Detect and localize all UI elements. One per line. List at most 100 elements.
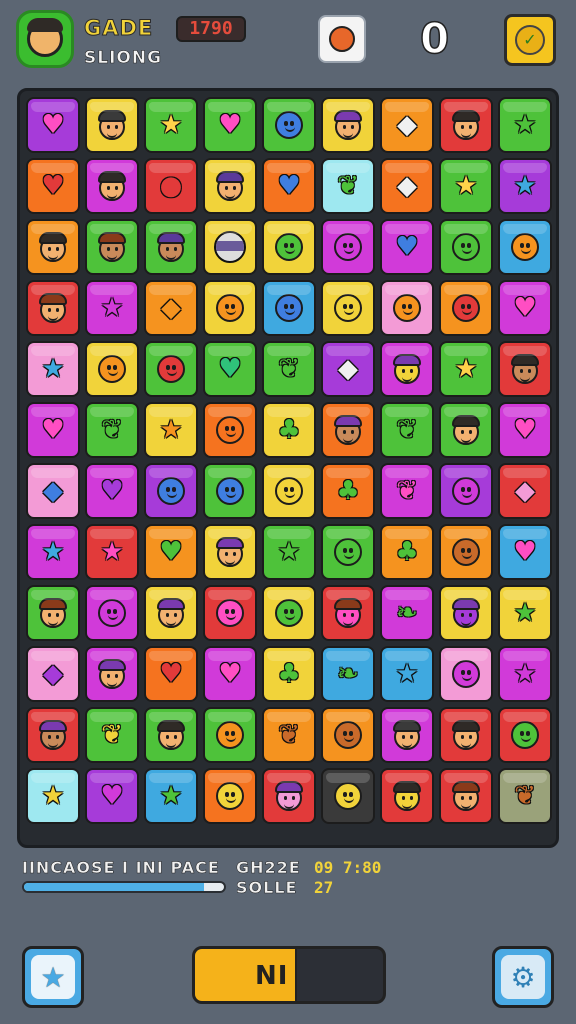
candy-tile[interactable]: ♥ — [26, 97, 80, 153]
candy-tile[interactable] — [321, 97, 375, 153]
candy-tile[interactable]: ♣ — [262, 402, 316, 458]
star-button[interactable]: ★ — [22, 946, 84, 1008]
candy-tile[interactable]: ★ — [498, 158, 552, 214]
candy-tile[interactable] — [144, 707, 198, 763]
candy-tile[interactable] — [439, 768, 493, 824]
candy-tile[interactable] — [321, 280, 375, 336]
candy-tile[interactable] — [203, 158, 257, 214]
candy-tile[interactable]: ♣ — [321, 463, 375, 519]
candy-tile[interactable] — [380, 280, 434, 336]
candy-tile[interactable] — [144, 463, 198, 519]
candy-tile[interactable] — [439, 707, 493, 763]
candy-tile[interactable] — [203, 280, 257, 336]
candy-tile[interactable] — [439, 280, 493, 336]
candy-tile[interactable] — [262, 219, 316, 275]
ball-button[interactable] — [318, 15, 366, 63]
candy-tile[interactable] — [262, 768, 316, 824]
candy-tile[interactable]: ♥ — [498, 524, 552, 580]
candy-tile[interactable] — [203, 219, 257, 275]
candy-tile[interactable]: ❦ — [85, 707, 139, 763]
candy-tile[interactable]: ♥ — [144, 524, 198, 580]
candy-tile[interactable] — [26, 707, 80, 763]
candy-tile[interactable]: ♥ — [203, 646, 257, 702]
candy-tile[interactable] — [439, 524, 493, 580]
candy-tile[interactable]: ❦ — [380, 463, 434, 519]
candy-tile[interactable]: ★ — [262, 524, 316, 580]
candy-tile[interactable] — [439, 219, 493, 275]
candy-tile[interactable] — [262, 280, 316, 336]
candy-tile[interactable] — [262, 463, 316, 519]
candy-tile[interactable]: ♥ — [498, 280, 552, 336]
player-avatar[interactable] — [16, 10, 74, 68]
candy-tile[interactable] — [439, 463, 493, 519]
candy-tile[interactable]: ♥ — [26, 402, 80, 458]
candy-tile[interactable]: ♥ — [262, 158, 316, 214]
candy-tile[interactable]: ♥ — [380, 219, 434, 275]
candy-tile[interactable]: ◆ — [321, 341, 375, 397]
candy-tile[interactable]: ★ — [439, 341, 493, 397]
candy-tile[interactable] — [321, 219, 375, 275]
candy-tile[interactable]: ★ — [144, 97, 198, 153]
candy-tile[interactable]: ★ — [439, 158, 493, 214]
candy-tile[interactable] — [321, 585, 375, 641]
candy-tile[interactable]: ★ — [498, 646, 552, 702]
action-button[interactable]: NI — [192, 946, 386, 1004]
candy-tile[interactable]: ★ — [498, 97, 552, 153]
candy-tile[interactable] — [439, 585, 493, 641]
candy-tile[interactable] — [439, 97, 493, 153]
candy-tile[interactable] — [85, 158, 139, 214]
candy-tile[interactable]: ★ — [85, 280, 139, 336]
candy-tile[interactable]: ❦ — [85, 402, 139, 458]
candy-tile[interactable]: ♥ — [85, 463, 139, 519]
candy-tile[interactable]: ◆ — [26, 646, 80, 702]
candy-tile[interactable]: ❧ — [380, 585, 434, 641]
candy-tile[interactable] — [321, 707, 375, 763]
candy-tile[interactable] — [439, 646, 493, 702]
candy-tile[interactable]: ♥ — [26, 158, 80, 214]
candy-tile[interactable] — [203, 768, 257, 824]
candy-tile[interactable]: ★ — [380, 646, 434, 702]
candy-tile[interactable] — [498, 219, 552, 275]
candy-tile[interactable] — [498, 341, 552, 397]
candy-tile[interactable] — [26, 585, 80, 641]
candy-tile[interactable] — [498, 707, 552, 763]
candy-tile[interactable] — [144, 585, 198, 641]
candy-tile[interactable]: ❦ — [321, 158, 375, 214]
candy-tile[interactable]: ◆ — [144, 280, 198, 336]
candy-tile[interactable] — [321, 768, 375, 824]
candy-tile[interactable] — [144, 219, 198, 275]
candy-tile[interactable] — [85, 97, 139, 153]
candy-tile[interactable] — [85, 585, 139, 641]
candy-tile[interactable]: ♥ — [203, 97, 257, 153]
candy-tile[interactable] — [262, 97, 316, 153]
candy-tile[interactable]: ★ — [498, 585, 552, 641]
candy-tile[interactable] — [380, 707, 434, 763]
candy-tile[interactable]: ● — [144, 158, 198, 214]
candy-tile[interactable]: ★ — [26, 524, 80, 580]
candy-tile[interactable]: ★ — [26, 768, 80, 824]
candy-tile[interactable] — [380, 768, 434, 824]
candy-tile[interactable]: ❧ — [321, 646, 375, 702]
candy-tile[interactable]: ★ — [85, 524, 139, 580]
settings-button[interactable]: ⚙ — [492, 946, 554, 1008]
candy-tile[interactable]: ♥ — [144, 646, 198, 702]
candy-tile[interactable] — [85, 219, 139, 275]
candy-tile[interactable] — [85, 341, 139, 397]
candy-tile[interactable]: ♥ — [85, 768, 139, 824]
candy-tile[interactable] — [439, 402, 493, 458]
candy-tile[interactable]: ★ — [26, 341, 80, 397]
candy-tile[interactable]: ◆ — [380, 158, 434, 214]
candy-tile[interactable] — [203, 707, 257, 763]
candy-tile[interactable] — [144, 341, 198, 397]
candy-tile[interactable]: ◆ — [498, 463, 552, 519]
candy-tile[interactable] — [26, 280, 80, 336]
candy-tile[interactable]: ❦ — [262, 707, 316, 763]
candy-tile[interactable]: ❦ — [380, 402, 434, 458]
candy-tile[interactable] — [321, 402, 375, 458]
candy-tile[interactable]: ♣ — [380, 524, 434, 580]
candy-tile[interactable]: ❦ — [262, 341, 316, 397]
candy-tile[interactable]: ♣ — [262, 646, 316, 702]
candy-tile[interactable]: ♥ — [203, 341, 257, 397]
candy-tile[interactable]: ◆ — [380, 97, 434, 153]
candy-tile[interactable] — [203, 524, 257, 580]
